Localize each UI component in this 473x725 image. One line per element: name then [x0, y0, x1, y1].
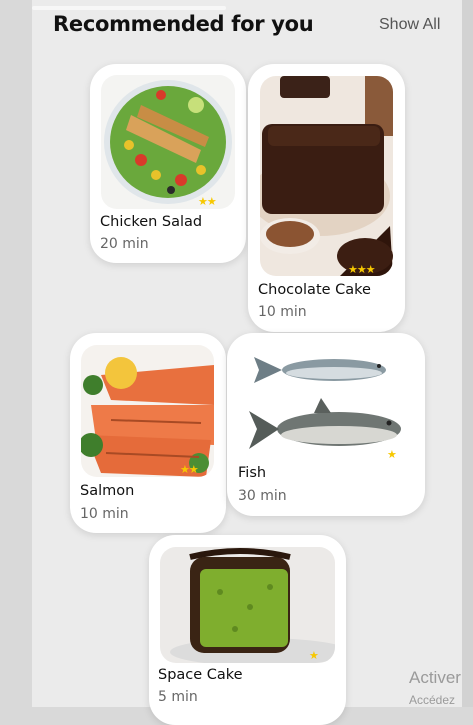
show-all-link[interactable]: Show All [379, 16, 440, 34]
chicken-salad-image [101, 75, 235, 209]
recipe-name: Chicken Salad [100, 214, 203, 230]
rating-stars: ★★ [198, 195, 217, 208]
rating-stars: ★ [309, 649, 319, 662]
recipe-time: 10 min [80, 506, 129, 522]
section-title: Recommended for you [53, 12, 314, 36]
recipe-time: 5 min [158, 689, 198, 705]
rating-stars: ★★ [180, 463, 199, 476]
recipe-card-chicken-salad[interactable]: ★★ Chicken Salad 20 min [90, 64, 246, 263]
chocolate-cake-image [260, 76, 393, 276]
recipe-name: Space Cake [158, 667, 243, 683]
recipe-time: 10 min [258, 304, 307, 320]
recipe-time: 20 min [100, 236, 149, 252]
recipe-name: Fish [238, 465, 267, 481]
salmon-image [81, 345, 214, 477]
recipe-card-fish[interactable]: ★ Fish 30 min [227, 333, 425, 516]
watermark-line-1: Activer [409, 668, 461, 687]
rating-stars: ★ [387, 448, 397, 461]
top-indicator [32, 6, 226, 10]
recipe-card-chocolate-cake[interactable]: ★★★ Chocolate Cake 10 min [248, 64, 405, 332]
recipe-card-salmon[interactable]: ★★ Salmon 10 min [70, 333, 226, 533]
space-cake-image [160, 547, 335, 663]
recipe-name: Salmon [80, 483, 135, 499]
recipe-card-space-cake[interactable]: ★ Space Cake 5 min [149, 535, 346, 725]
recipe-name: Chocolate Cake [258, 282, 371, 298]
scrollbar-track[interactable] [462, 0, 473, 707]
fish-image [239, 343, 413, 463]
recipe-time: 30 min [238, 488, 287, 504]
watermark-line-2: Accédez [409, 693, 456, 707]
rating-stars: ★★★ [348, 263, 376, 276]
